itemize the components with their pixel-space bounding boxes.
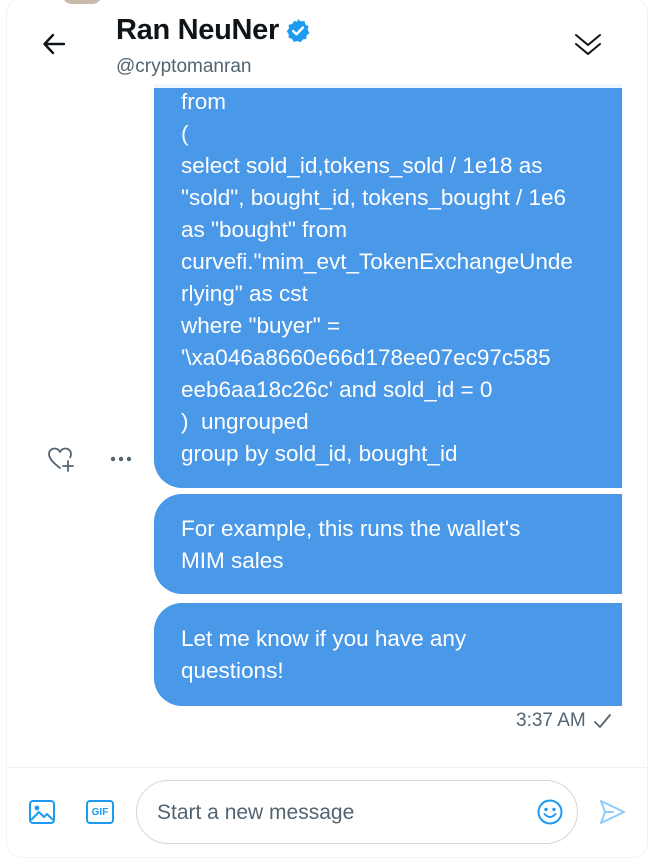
message-bubble[interactable]: from ( select sold_id,tokens_sold / 1e18…: [154, 84, 622, 488]
message-timestamp: 3:37 AM: [516, 710, 612, 732]
message-line: curvefi."mim_evt_TokenExchangeUnde: [181, 249, 573, 274]
composer-divider: [8, 767, 646, 768]
send-icon: [600, 800, 625, 824]
send-button[interactable]: [594, 794, 630, 830]
message-line: eeb6aa18c26c' and sold_id = 0: [181, 377, 493, 402]
dm-conversation-window: from ( select sold_id,tokens_sold / 1e18…: [0, 0, 654, 858]
more-dots-icon: [110, 456, 132, 462]
checkmark-icon: [593, 714, 611, 728]
conversation-header: [8, 0, 646, 88]
message-line: rlying" as cst: [181, 281, 308, 306]
emoji-button[interactable]: [533, 795, 567, 829]
more-button[interactable]: [106, 444, 136, 474]
message-line: where "buyer" =: [181, 313, 341, 338]
conversation-title[interactable]: Ran NeuNer: [116, 14, 311, 47]
timestamp-text: 3:37 AM: [516, 710, 586, 731]
message-actions: [46, 444, 136, 474]
message-line: ) ungrouped: [181, 409, 309, 434]
image-icon: [29, 800, 55, 824]
message-line: select sold_id,tokens_sold / 1e18 as: [181, 153, 543, 178]
message-line: (: [181, 121, 189, 146]
message-line: MIM sales: [181, 548, 284, 573]
user-handle: @cryptomanran: [116, 56, 252, 77]
media-button[interactable]: [24, 794, 60, 830]
heart-plus-icon: [48, 447, 74, 472]
message-line: "sold", bought_id, tokens_bought / 1e6: [181, 185, 567, 210]
react-button[interactable]: [46, 444, 76, 474]
message-line: as "bought" from: [181, 217, 348, 242]
message-input[interactable]: [157, 797, 517, 829]
message-bubble[interactable]: Let me know if you have any questions!: [154, 603, 622, 706]
verified-badge-icon: [286, 18, 310, 42]
message-line: group by sold_id, bought_id: [181, 441, 458, 466]
gif-label: GIF: [91, 806, 109, 818]
message-line: '\xa046a8660e66d178ee07ec97c585: [181, 345, 551, 370]
arrow-left-icon: [43, 33, 66, 55]
message-line: from: [181, 89, 226, 114]
message-bubble[interactable]: For example, this runs the wallet's MIM …: [154, 494, 622, 594]
user-name: Ran NeuNer: [116, 14, 279, 46]
emoji-icon: [537, 799, 563, 825]
double-chevron-down-icon: [575, 34, 601, 55]
message-line: Let me know if you have any: [181, 626, 467, 651]
back-button[interactable]: [36, 26, 72, 62]
message-line: For example, this runs the wallet's: [181, 516, 521, 541]
gif-button[interactable]: GIF: [82, 794, 118, 830]
message-line: questions!: [181, 658, 284, 683]
collapse-button[interactable]: [568, 26, 608, 62]
message-composer: [136, 780, 578, 844]
